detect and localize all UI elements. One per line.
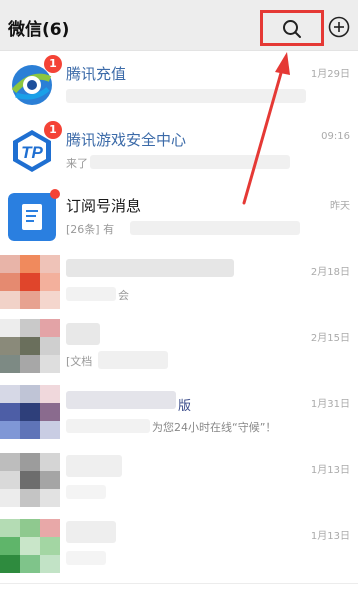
chat-time: 2月15日 — [310, 333, 350, 344]
chat-time: 2月18日 — [310, 267, 350, 278]
name-blur — [66, 391, 176, 409]
chat-row-8[interactable]: 1月13日 — [0, 513, 358, 584]
svg-text:TP: TP — [21, 143, 43, 162]
chat-row-6[interactable]: 版 为您24小时在线“守候”！ 1月31日 — [0, 381, 358, 448]
chat-time: 1月31日 — [310, 399, 350, 410]
chat-preview: 来了 — [66, 157, 88, 170]
avatar — [8, 189, 60, 241]
chat-row-7[interactable]: 1月13日 — [0, 447, 358, 514]
chat-time: 昨天 — [330, 201, 350, 212]
name-blur — [66, 323, 100, 345]
chat-name: 版 — [178, 399, 192, 414]
preview-blur — [98, 351, 168, 369]
unread-dot — [50, 189, 60, 199]
chat-preview: 为您24小时在线“守候”！ — [152, 421, 277, 434]
chat-row-5[interactable]: [文档 2月15日 — [0, 315, 358, 382]
preview-blur — [66, 89, 306, 103]
avatar: TP 1 — [8, 121, 62, 175]
preview-blur — [66, 287, 116, 301]
chat-time: 1月13日 — [310, 465, 350, 476]
avatar: 1 — [8, 55, 62, 109]
chat-preview: [文档 — [66, 355, 93, 368]
add-icon[interactable] — [328, 16, 350, 38]
chat-row-tencent-game-security[interactable]: TP 1 腾讯游戏安全中心 来了 09:16 — [0, 117, 358, 184]
page-title: 微信(6) — [8, 20, 70, 40]
chat-time: 1月29日 — [310, 69, 350, 80]
chat-name: 腾讯充值 — [66, 65, 127, 83]
chat-preview: 会 — [118, 289, 129, 302]
chat-time: 09:16 — [321, 131, 350, 142]
chat-time: 1月13日 — [310, 531, 350, 542]
top-bar: 微信(6) — [0, 0, 358, 51]
chat-row-4[interactable]: 会 2月18日 — [0, 249, 358, 316]
preview-blur — [66, 419, 150, 433]
preview-blur — [130, 221, 300, 235]
chat-name: 腾讯游戏安全中心 — [66, 131, 187, 149]
name-blur — [66, 521, 116, 543]
name-blur — [66, 455, 122, 477]
name-blur — [66, 259, 234, 277]
chat-row-subscriptions[interactable]: 订阅号消息 [26条] 有 昨天 — [0, 183, 358, 250]
preview-blur — [90, 155, 290, 169]
preview-blur — [66, 551, 106, 565]
chat-name: 订阅号消息 — [66, 197, 142, 215]
chat-preview: [26条] 有 — [66, 223, 115, 236]
search-button[interactable] — [260, 10, 324, 46]
unread-badge: 1 — [44, 121, 62, 139]
preview-blur — [66, 485, 106, 499]
unread-badge: 1 — [44, 55, 62, 73]
search-icon — [283, 20, 301, 38]
chat-row-tencent-recharge[interactable]: 1 腾讯充值 1月29日 — [0, 51, 358, 118]
